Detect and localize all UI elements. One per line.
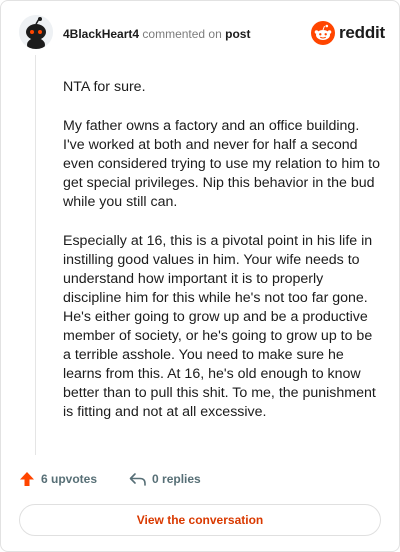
post-link[interactable]: post — [225, 27, 250, 41]
comment-paragraph: NTA for sure. — [63, 79, 146, 95]
upvote-button[interactable]: 6 upvotes — [19, 471, 97, 487]
upvote-arrow-icon — [20, 472, 34, 486]
upvote-count: 6 upvotes — [41, 472, 98, 486]
comment-meta: 4BlackHeart4 commented on post — [63, 27, 250, 41]
view-conversation-button[interactable]: View the conversation — [19, 504, 381, 536]
comment-paragraph: Especially at 16, this is a pivotal poin… — [63, 233, 376, 420]
reply-arrow-icon — [129, 473, 146, 486]
comment-actions: 6 upvotes 0 replies — [19, 471, 201, 487]
comment-paragraph: My father owns a factory and an office b… — [63, 118, 381, 210]
snoo-avatar-icon — [19, 15, 53, 49]
reddit-logo[interactable]: reddit — [311, 21, 385, 45]
action-text: commented on — [142, 27, 222, 41]
reply-count: 0 replies — [152, 472, 201, 486]
thread-line — [35, 55, 36, 455]
username-link[interactable]: 4BlackHeart4 — [63, 27, 139, 41]
avatar[interactable] — [19, 15, 53, 49]
replies-button[interactable]: 0 replies — [129, 471, 201, 487]
reddit-logo-icon — [311, 21, 335, 45]
comment-body: NTA for sure. My father owns a factory a… — [63, 78, 383, 442]
view-conversation-label: View the conversation — [136, 513, 264, 527]
reddit-wordmark: reddit — [339, 23, 386, 42]
embedded-comment-card: 4BlackHeart4 commented on post reddit NT… — [0, 0, 400, 552]
